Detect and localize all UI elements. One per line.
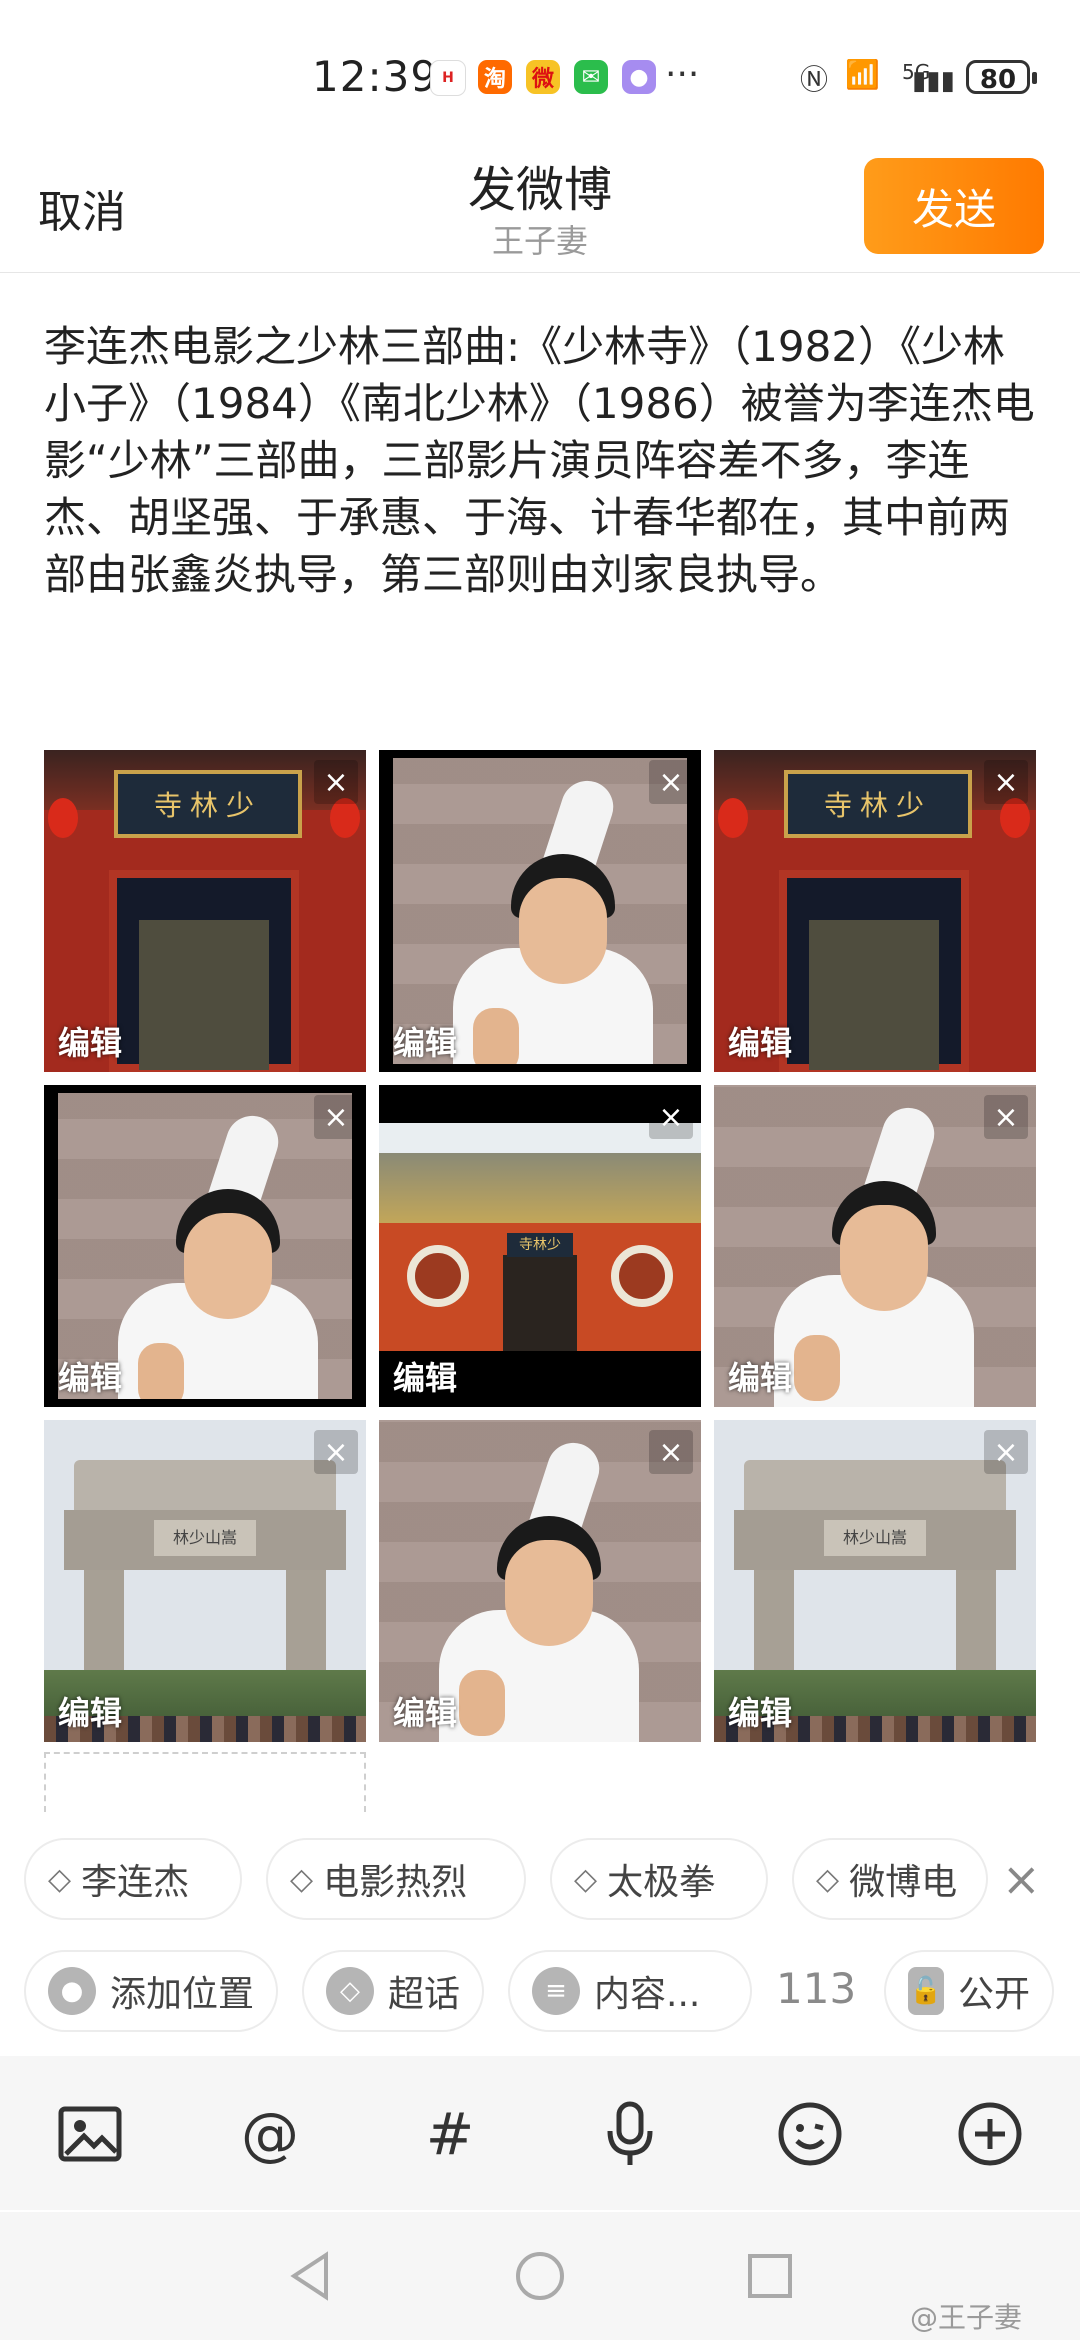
send-button[interactable]: 发送 [864,158,1044,254]
edit-image-label[interactable]: 编辑 [58,1353,122,1399]
image-thumbnail[interactable]: 林少山嵩 × 编辑 [44,1420,366,1742]
plaque-text: 林少山嵩 [824,1520,926,1556]
watermark: @王子妻 [910,2301,1023,2334]
close-tags-icon[interactable]: × [1002,1852,1041,1906]
diamond-icon: ◇ [48,1861,72,1897]
edit-image-label[interactable]: 编辑 [393,1353,457,1399]
image-thumbnail[interactable]: × 编辑 [379,750,701,1072]
image-thumbnail[interactable]: × 编辑 [714,1085,1036,1407]
remove-image-icon[interactable]: × [314,760,358,804]
weibo-icon: 微 [526,60,560,94]
diamond-icon: ◇ [574,1861,598,1897]
taobao-icon: 淘 [478,60,512,94]
plaque-text: 林少山嵩 [154,1520,256,1556]
header-divider [0,272,1080,273]
char-count: 113 [776,1964,857,2013]
remove-image-icon[interactable]: × [649,1430,693,1474]
tag-chip[interactable]: ◇ 李连杰 [24,1838,242,1920]
app-icon: ● [622,60,656,94]
home-icon[interactable] [510,2246,570,2306]
plus-icon[interactable] [946,2090,1034,2178]
edit-image-label[interactable]: 编辑 [728,1688,792,1734]
remove-image-icon[interactable]: × [984,1430,1028,1474]
post-text-input[interactable]: 李连杰电影之少林三部曲:《少林寺》（1982）《少林小子》（1984）《南北少林… [44,318,1044,603]
edit-image-label[interactable]: 编辑 [58,1018,122,1064]
super-topic-button[interactable]: ◇ 超话 [302,1950,484,2032]
more-notifications-icon: ··· [665,54,700,95]
edit-image-label[interactable]: 编辑 [393,1018,457,1064]
wechat-icon: ✉ [574,60,608,94]
mention-icon[interactable]: @ [226,2090,314,2178]
remove-image-icon[interactable]: × [649,760,693,804]
image-thumbnail[interactable]: × 编辑 [379,1420,701,1742]
visibility-button[interactable]: 🔓 公开 [884,1950,1054,2032]
lock-icon: 🔓 [908,1967,944,2015]
hashtag-icon[interactable]: # [406,2090,494,2178]
remove-image-icon[interactable]: × [984,760,1028,804]
recents-icon[interactable] [740,2246,800,2306]
edit-image-label[interactable]: 编辑 [58,1688,122,1734]
wifi-icon: 📶 [845,58,880,91]
emoji-icon[interactable] [766,2090,854,2178]
edit-image-label[interactable]: 编辑 [728,1018,792,1064]
battery-indicator: 80 [966,60,1037,95]
image-thumbnail[interactable]: 寺林少 × 编辑 [379,1085,701,1407]
diamond-icon: ◇ [816,1861,840,1897]
diamond-icon: ◇ [290,1861,314,1897]
add-image-slot[interactable] [44,1752,366,1812]
back-icon[interactable] [280,2246,340,2306]
content-button[interactable]: ≡ 内容... [508,1950,752,2032]
remove-image-icon[interactable]: × [649,1095,693,1139]
image-icon[interactable] [46,2090,134,2178]
location-pin-icon: ● [48,1967,96,2015]
plaque-text: 寺林少 [784,770,972,838]
edit-image-label[interactable]: 编辑 [728,1353,792,1399]
remove-image-icon[interactable]: × [984,1095,1028,1139]
image-thumbnail[interactable]: × 编辑 [44,1085,366,1407]
diamond-icon: ◇ [326,1967,374,2015]
image-thumbnail[interactable]: 寺林少 × 编辑 [44,750,366,1072]
status-time: 12:39 [312,52,439,101]
status-bar: 12:39 H 淘 微 ✉ ● ··· Ⓝ 📶 5G ▮▮▮ 80 [0,0,1080,150]
image-thumbnail[interactable]: 林少山嵩 × 编辑 [714,1420,1036,1742]
tag-chip[interactable]: ◇ 微博电 [792,1838,988,1920]
tag-chip[interactable]: ◇ 电影热烈 [266,1838,526,1920]
microphone-icon[interactable] [586,2090,674,2178]
compose-toolbar: @ # [0,2056,1080,2210]
signal-icon: ▮▮▮ [912,66,955,96]
tag-chip[interactable]: ◇ 太极拳 [550,1838,768,1920]
add-location-button[interactable]: ● 添加位置 [24,1950,278,2032]
plaque-text: 寺林少 [114,770,302,838]
remove-image-icon[interactable]: × [314,1095,358,1139]
huawei-icon: H [430,60,466,96]
content-icon: ≡ [532,1967,580,2015]
plaque-text: 寺林少 [507,1233,573,1257]
nfc-icon: Ⓝ [800,63,829,96]
edit-image-label[interactable]: 编辑 [393,1688,457,1734]
remove-image-icon[interactable]: × [314,1430,358,1474]
image-thumbnail[interactable]: 寺林少 × 编辑 [714,750,1036,1072]
